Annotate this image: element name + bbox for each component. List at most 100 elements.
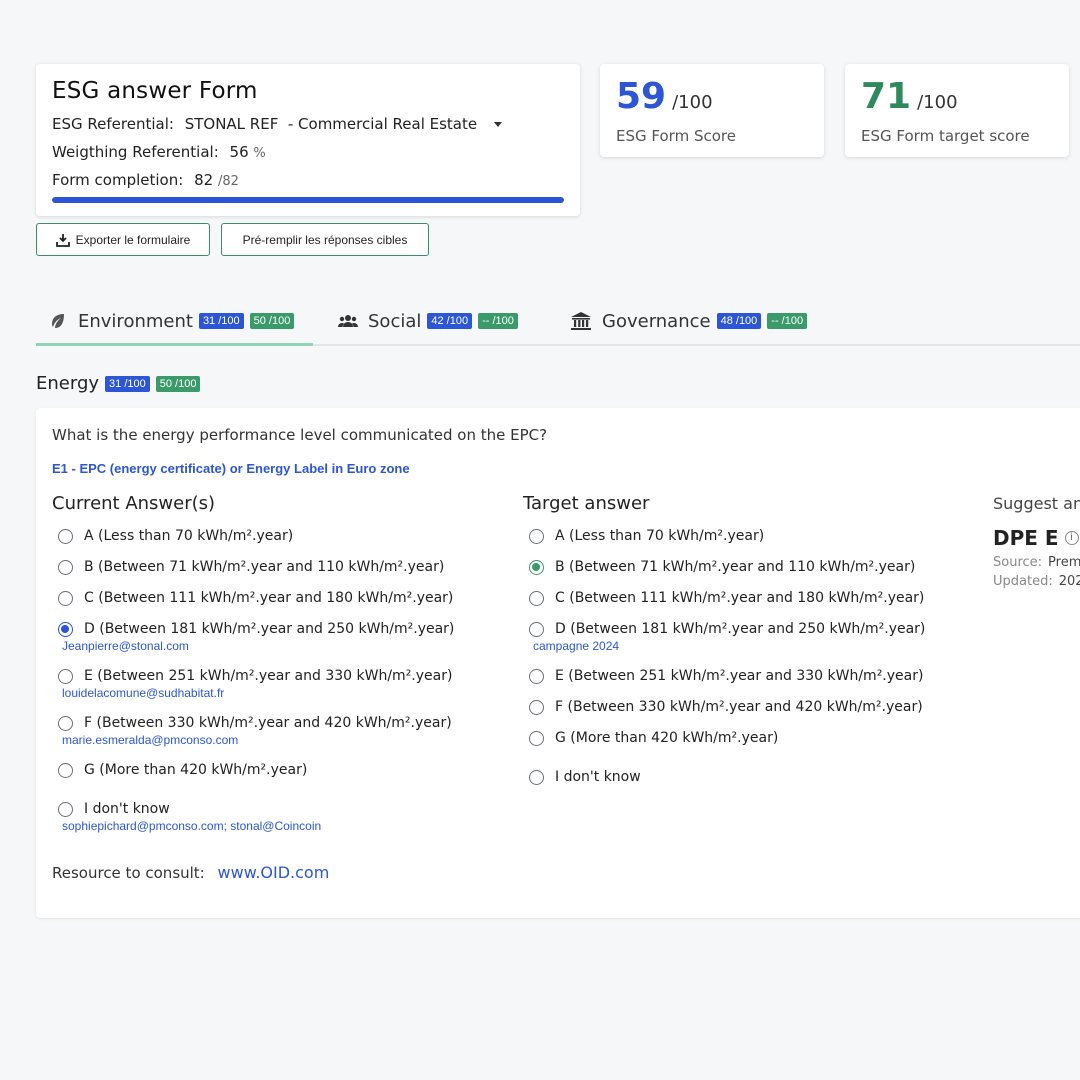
current-answer-radio[interactable] <box>58 590 73 606</box>
form-header-card: ESG answer Form ESG Referential: STONAL … <box>36 64 580 216</box>
suggestion-updated-value: 202 <box>1058 574 1080 589</box>
target-answer-option-label: E (Between 251 kWh/m².year and 330 kWh/m… <box>555 668 924 684</box>
current-answer-option[interactable]: I don't know sophiepichard@pmconso.com; s… <box>58 801 321 833</box>
weighting-row: Weigthing Referential: 56 % <box>52 138 564 166</box>
target-answer-option-contributor: campagne 2024 <box>533 639 620 653</box>
resource-link[interactable]: www.OID.com <box>218 863 330 882</box>
current-answer-radio[interactable] <box>58 762 73 778</box>
tab-governance-target-badge: -- /100 <box>767 313 808 329</box>
current-answer-option-label: E (Between 251 kWh/m².year and 330 kWh/m… <box>84 668 453 684</box>
tab-social-label: Social <box>368 310 422 332</box>
current-answers-title: Current Answer(s) <box>52 493 216 514</box>
target-answer-option[interactable]: E (Between 251 kWh/m².year and 330 kWh/m… <box>529 668 923 684</box>
export-form-label: Exporter le formulaire <box>75 232 191 247</box>
referential-label: ESG Referential: <box>52 115 174 133</box>
completion-label: Form completion: <box>52 171 184 189</box>
tab-social-score-badge: 42 /100 <box>427 313 473 329</box>
prefill-target-label: Pré-remplir les réponses cibles <box>242 232 408 247</box>
tab-governance[interactable]: Governance 48 /100 -- /100 <box>570 298 808 344</box>
tab-social[interactable]: Social 42 /100 -- /100 <box>338 298 518 344</box>
current-answer-option-label: D (Between 181 kWh/m².year and 250 kWh/m… <box>84 621 455 637</box>
dropdown-caret-icon[interactable] <box>493 122 502 127</box>
target-answer-option-label: I don't know <box>555 769 641 785</box>
prefill-target-button[interactable]: Pré-remplir les réponses cibles <box>221 223 429 256</box>
tab-governance-label: Governance <box>602 310 711 332</box>
tab-social-target-badge: -- /100 <box>478 313 518 329</box>
current-answer-option-label: I don't know <box>84 801 170 817</box>
target-answer-radio[interactable] <box>529 769 544 785</box>
active-tab-indicator <box>36 343 313 346</box>
form-score-label: ESG Form Score <box>616 127 736 145</box>
current-answer-option-label: B (Between 71 kWh/m².year and 110 kWh/m²… <box>84 559 445 575</box>
tab-environment-score-badge: 31 /100 <box>198 313 244 329</box>
target-score-label: ESG Form target score <box>861 127 1030 145</box>
suggested-value-text: DPE E <box>993 526 1059 550</box>
target-answer-radio[interactable] <box>529 590 544 606</box>
target-answer-radio[interactable] <box>529 621 544 637</box>
current-answer-option-label: A (Less than 70 kWh/m².year) <box>84 528 294 544</box>
bank-icon <box>570 311 592 331</box>
target-answer-option[interactable]: D (Between 181 kWh/m².year and 250 kWh/m… <box>529 621 925 653</box>
export-form-button[interactable]: Exporter le formulaire <box>36 223 210 256</box>
question-text: What is the energy performance level com… <box>52 426 548 444</box>
target-answer-radio[interactable] <box>529 699 544 715</box>
target-answer-radio[interactable] <box>529 730 544 746</box>
current-answer-radio[interactable] <box>58 528 73 544</box>
current-answer-option[interactable]: C (Between 111 kWh/m².year and 180 kWh/m… <box>58 590 453 606</box>
target-answer-option[interactable]: C (Between 111 kWh/m².year and 180 kWh/m… <box>529 590 924 606</box>
suggested-answer-title: Suggest an <box>993 494 1080 513</box>
tab-environment-target-badge: 50 /100 <box>249 313 295 329</box>
target-answer-option[interactable]: I don't know <box>529 769 641 785</box>
tab-environment[interactable]: Environment 31 /100 50 /100 <box>48 298 295 344</box>
suggestion-source-value: Prem <box>1048 555 1080 570</box>
current-answer-option[interactable]: F (Between 330 kWh/m².year and 420 kWh/m… <box>58 715 452 747</box>
target-answer-option[interactable]: A (Less than 70 kWh/m².year) <box>529 528 764 544</box>
current-answer-option-contributor: marie.esmeralda@pmconso.com <box>62 733 239 747</box>
tab-governance-score-badge: 48 /100 <box>716 313 762 329</box>
form-score-value: 59 <box>616 76 667 117</box>
target-answer-title: Target answer <box>523 493 650 514</box>
tab-environment-label: Environment <box>78 310 193 332</box>
referential-value[interactable]: STONAL REF - Commercial Real Estate <box>185 115 477 133</box>
current-answer-radio[interactable] <box>58 621 73 637</box>
download-icon <box>55 233 70 247</box>
target-answer-option[interactable]: G (More than 420 kWh/m².year) <box>529 730 778 746</box>
target-answer-option-label: C (Between 111 kWh/m².year and 180 kWh/m… <box>555 590 925 606</box>
suggested-value: DPE E i <box>993 526 1079 550</box>
current-answer-option-contributor: louidelacomune@sudhabitat.fr <box>62 686 225 700</box>
form-score-card: 59/100 ESG Form Score <box>600 64 824 157</box>
completion-total: /82 <box>217 174 239 189</box>
target-answer-option[interactable]: B (Between 71 kWh/m².year and 110 kWh/m²… <box>529 559 915 575</box>
completion-row: Form completion: 82 /82 <box>52 166 564 194</box>
users-icon <box>338 313 358 329</box>
resource-label: Resource to consult: <box>52 864 205 882</box>
suggestion-source-label: Source: <box>993 555 1043 570</box>
form-score-of: /100 <box>672 92 713 113</box>
current-answer-radio[interactable] <box>58 715 73 731</box>
target-answer-radio[interactable] <box>529 559 544 575</box>
target-answer-radio[interactable] <box>529 528 544 544</box>
current-answer-option[interactable]: B (Between 71 kWh/m².year and 110 kWh/m²… <box>58 559 444 575</box>
target-answer-option-label: B (Between 71 kWh/m².year and 110 kWh/m²… <box>555 559 916 575</box>
info-icon[interactable]: i <box>1064 531 1079 545</box>
section-header: Energy 31 /100 50 /100 <box>36 373 201 394</box>
current-answer-option[interactable]: A (Less than 70 kWh/m².year) <box>58 528 293 544</box>
referential-row[interactable]: ESG Referential: STONAL REF - Commercial… <box>52 110 564 138</box>
current-answer-option[interactable]: D (Between 181 kWh/m².year and 250 kWh/m… <box>58 621 454 653</box>
completion-value: 82 <box>194 171 214 189</box>
current-answer-option[interactable]: E (Between 251 kWh/m².year and 330 kWh/m… <box>58 668 452 700</box>
current-answer-radio[interactable] <box>58 559 73 575</box>
section-target-badge: 50 /100 <box>155 375 201 392</box>
target-answer-radio[interactable] <box>529 668 544 684</box>
suggestion-updated: Updated: 202 <box>993 574 1080 589</box>
target-score-of: /100 <box>917 92 958 113</box>
suggestion-source: Source: Prem <box>993 555 1080 570</box>
current-answer-option[interactable]: G (More than 420 kWh/m².year) <box>58 762 307 778</box>
target-answer-option-label: A (Less than 70 kWh/m².year) <box>555 528 765 544</box>
current-answer-option-label: F (Between 330 kWh/m².year and 420 kWh/m… <box>84 715 452 731</box>
current-answer-radio[interactable] <box>58 668 73 684</box>
resource-row: Resource to consult: www.OID.com <box>52 863 329 882</box>
target-answer-option[interactable]: F (Between 330 kWh/m².year and 420 kWh/m… <box>529 699 923 715</box>
current-answer-radio[interactable] <box>58 801 73 817</box>
target-answer-option-label: G (More than 420 kWh/m².year) <box>555 730 779 746</box>
